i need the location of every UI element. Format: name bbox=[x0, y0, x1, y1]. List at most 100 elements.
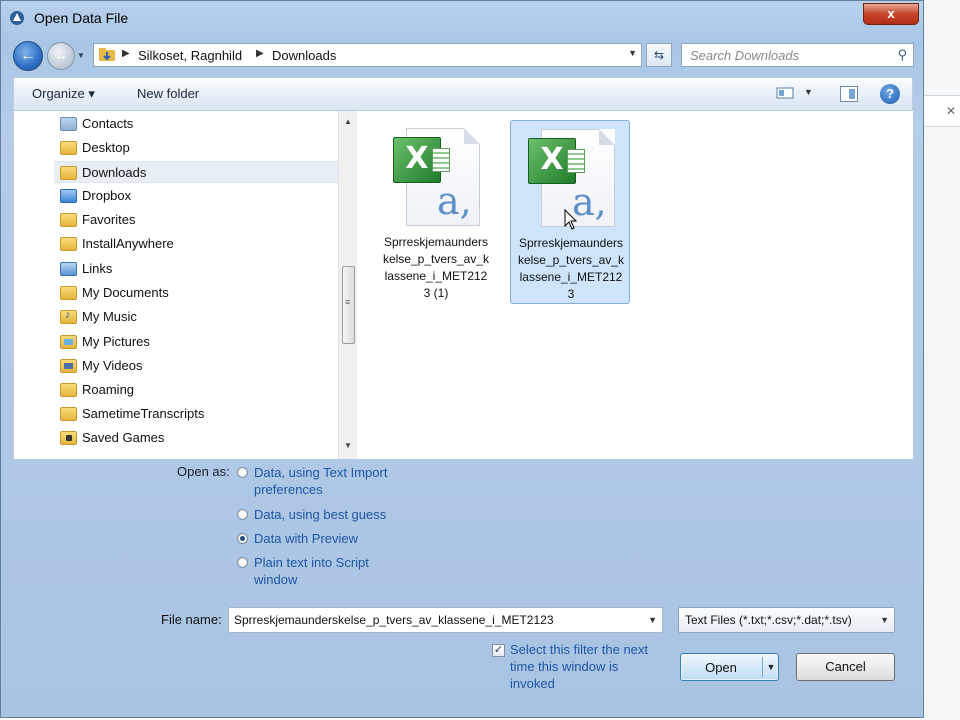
radio-button[interactable] bbox=[237, 509, 248, 520]
nav-item-label: Desktop bbox=[82, 140, 130, 155]
folder-icon bbox=[99, 48, 115, 61]
file-name-dropdown-icon[interactable]: ▼ bbox=[648, 615, 657, 625]
remember-filter-label[interactable]: Select this filter the next time this wi… bbox=[510, 641, 660, 692]
favorites-folder-icon bbox=[60, 213, 77, 227]
folder-icon bbox=[60, 237, 77, 251]
back-arrow-icon: ← bbox=[20, 47, 36, 64]
radio-label[interactable]: Data, using best guess bbox=[254, 506, 404, 523]
nav-item-label: Roaming bbox=[82, 382, 135, 397]
close-button[interactable]: x bbox=[863, 3, 919, 25]
breadcrumb-separator-icon[interactable]: ▶ bbox=[256, 48, 264, 59]
nav-item-desktop[interactable]: Desktop bbox=[54, 137, 338, 159]
radio-label[interactable]: Plain text into Script window bbox=[254, 554, 404, 588]
background-close-icon[interactable]: ✕ bbox=[946, 104, 956, 118]
contacts-folder-icon bbox=[60, 117, 77, 131]
filter-dropdown-icon[interactable]: ▼ bbox=[880, 615, 889, 625]
nav-item-label: Downloads bbox=[82, 165, 147, 180]
recent-pages-dropdown-icon[interactable]: ▼ bbox=[77, 51, 85, 60]
navigation-pane: Contacts Desktop Downloads Dropbox Favor… bbox=[13, 111, 358, 459]
scrollbar-thumb[interactable] bbox=[342, 266, 355, 344]
nav-item-label: My Documents bbox=[82, 285, 169, 300]
nav-item-label: Dropbox bbox=[82, 188, 132, 203]
radio-button[interactable] bbox=[237, 467, 248, 478]
nav-item-my-documents[interactable]: My Documents bbox=[54, 282, 338, 304]
search-placeholder: Search Downloads bbox=[690, 48, 800, 63]
file-list-pane: X a, Sprreskjemaunderskelse_p_tvers_av_k… bbox=[358, 111, 913, 459]
file-name-input[interactable]: Sprreskjemaunderskelse_p_tvers_av_klasse… bbox=[228, 607, 663, 633]
nav-item-contacts[interactable]: Contacts bbox=[54, 113, 338, 135]
file-type-filter-select[interactable]: Text Files (*.txt;*.csv;*.dat;*.tsv) ▼ bbox=[678, 607, 895, 633]
nav-item-label: SametimeTranscripts bbox=[82, 406, 205, 421]
address-bar[interactable]: ▶ Silkoset, Ragnhild ▶ Downloads ▼ bbox=[93, 43, 642, 67]
app-icon bbox=[10, 11, 24, 25]
radio-label[interactable]: Data with Preview bbox=[254, 530, 404, 547]
forward-arrow-icon: → bbox=[54, 47, 68, 63]
search-box[interactable]: Search Downloads ⚲ bbox=[681, 43, 914, 67]
pictures-folder-icon bbox=[60, 335, 77, 349]
open-as-label: Open as: bbox=[177, 464, 230, 479]
nav-item-links[interactable]: Links bbox=[54, 258, 338, 280]
nav-item-sametimetranscripts[interactable]: SametimeTranscripts bbox=[54, 403, 338, 425]
file-name-label: Sprreskjemaunderskelse_p_tvers_av_klasse… bbox=[382, 235, 490, 300]
nav-item-label: My Music bbox=[82, 309, 137, 324]
nav-item-label: Contacts bbox=[82, 116, 134, 131]
open-button[interactable]: Open ▼ bbox=[680, 653, 779, 681]
radio-label[interactable]: Data, using Text Import preferences bbox=[254, 464, 404, 498]
videos-folder-icon bbox=[60, 359, 77, 373]
refresh-icon: ⇆ bbox=[653, 48, 665, 62]
address-dropdown-icon[interactable]: ▼ bbox=[628, 48, 637, 58]
nav-item-my-music[interactable]: My Music bbox=[54, 306, 338, 328]
search-icon[interactable]: ⚲ bbox=[897, 47, 907, 63]
nav-item-installanywhere[interactable]: InstallAnywhere bbox=[54, 233, 338, 255]
title-bar: Open Data File x bbox=[1, 1, 923, 35]
file-type-filter-value: Text Files (*.txt;*.csv;*.dat;*.tsv) bbox=[685, 613, 852, 627]
excel-icon: X bbox=[393, 137, 450, 183]
background-application: ✕ bbox=[920, 0, 960, 720]
open-data-file-dialog: Open Data File x ← → ▼ ▶ Silkoset, Ragnh… bbox=[0, 0, 924, 718]
nav-item-label: Links bbox=[82, 261, 113, 276]
help-icon[interactable]: ? bbox=[880, 84, 900, 104]
downloads-folder-icon bbox=[60, 166, 77, 180]
nav-item-label: Favorites bbox=[82, 212, 136, 227]
nav-item-label: InstallAnywhere bbox=[82, 236, 174, 251]
new-folder-button[interactable]: New folder bbox=[137, 86, 199, 101]
cancel-button[interactable]: Cancel bbox=[796, 653, 895, 681]
file-item[interactable]: X a, Sprreskjemaunderskelse_p_tvers_av_k… bbox=[376, 120, 496, 304]
documents-folder-icon bbox=[60, 286, 77, 300]
excel-csv-file-icon: X a, bbox=[393, 128, 480, 226]
radio-button-checked[interactable] bbox=[237, 533, 248, 544]
folder-icon bbox=[60, 141, 77, 155]
radio-button[interactable] bbox=[237, 557, 248, 568]
scroll-up-icon[interactable]: ▲ bbox=[344, 117, 352, 126]
games-folder-icon bbox=[60, 431, 77, 445]
window-title: Open Data File bbox=[34, 10, 129, 26]
navigation-scrollbar[interactable]: ▲ ▼ bbox=[338, 111, 357, 459]
file-name-label: File name: bbox=[161, 612, 222, 627]
nav-item-label: Saved Games bbox=[82, 430, 165, 445]
open-options-dropdown-icon[interactable]: ▼ bbox=[762, 657, 779, 677]
breadcrumb-downloads[interactable]: Downloads bbox=[272, 48, 336, 63]
nav-item-downloads[interactable]: Downloads bbox=[54, 161, 338, 183]
command-bar: Organize ▾ New folder ▼ ? bbox=[13, 77, 913, 111]
nav-item-my-pictures[interactable]: My Pictures bbox=[54, 331, 338, 353]
forward-button[interactable]: → bbox=[47, 42, 75, 70]
nav-item-label: My Pictures bbox=[82, 334, 150, 349]
breadcrumb-user[interactable]: Silkoset, Ragnhild bbox=[138, 48, 242, 63]
nav-item-dropbox[interactable]: Dropbox bbox=[54, 185, 338, 207]
scroll-down-icon[interactable]: ▼ bbox=[344, 441, 352, 450]
folder-icon bbox=[60, 383, 77, 397]
breadcrumb-separator-icon[interactable]: ▶ bbox=[122, 48, 130, 59]
nav-item-roaming[interactable]: Roaming bbox=[54, 379, 338, 401]
nav-item-saved-games[interactable]: Saved Games bbox=[54, 427, 338, 449]
remember-filter-checkbox[interactable]: ✓ bbox=[492, 644, 505, 657]
organize-button[interactable]: Organize ▾ bbox=[32, 86, 95, 102]
change-view-icon[interactable] bbox=[776, 86, 794, 100]
refresh-button[interactable]: ⇆ bbox=[646, 43, 672, 67]
view-options-dropdown-icon[interactable]: ▼ bbox=[804, 87, 813, 97]
nav-item-favorites[interactable]: Favorites bbox=[54, 209, 338, 231]
music-folder-icon bbox=[60, 309, 77, 324]
nav-item-my-videos[interactable]: My Videos bbox=[54, 355, 338, 377]
folder-icon bbox=[60, 407, 77, 421]
back-button[interactable]: ← bbox=[13, 41, 43, 71]
preview-pane-icon[interactable] bbox=[840, 86, 858, 102]
